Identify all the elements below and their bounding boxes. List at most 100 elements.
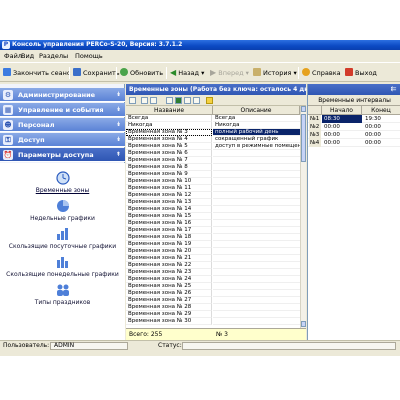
menu-view[interactable]: Вид	[21, 52, 34, 60]
table-row[interactable]: Временная зона № 24	[126, 276, 300, 283]
collapse-panel-icon[interactable]: ⇇	[389, 85, 398, 94]
column-header-name[interactable]: Название	[126, 106, 213, 115]
table-row[interactable]: Временная зона № 3 полный рабочий день	[126, 129, 300, 136]
table-row[interactable]: Временная зона № 9	[126, 171, 300, 178]
zone-name-cell: Временная зона № 21	[126, 255, 212, 262]
table-row[interactable]: Временная зона № 14	[126, 206, 300, 213]
table-row[interactable]: Временная зона № 16	[126, 220, 300, 227]
print-icon[interactable]	[166, 97, 173, 104]
back-button[interactable]: ◀ Назад ▾	[170, 68, 204, 78]
zone-description-cell	[213, 276, 300, 283]
nav-section-access-params[interactable]: ⏰ Параметры доступа ↟	[0, 148, 125, 162]
interval-end-cell[interactable]: 19:30	[363, 115, 400, 123]
table-row[interactable]: Временная зона № 28	[126, 304, 300, 311]
help-button[interactable]: Справка	[302, 68, 341, 78]
menu-sections[interactable]: Разделы	[39, 52, 68, 60]
clock-icon	[55, 171, 70, 185]
interval-start-cell[interactable]: 00:00	[322, 139, 362, 147]
copy-icon[interactable]	[141, 97, 148, 104]
interval-start-cell[interactable]: 08:30	[322, 115, 362, 123]
column-header-end[interactable]: Конец	[362, 106, 400, 115]
table-row[interactable]: Никогда Никогда	[126, 122, 300, 129]
zone-name-cell: Временная зона № 28	[126, 304, 212, 311]
table-row[interactable]: Временная зона № 5 доступ в режимные поме…	[126, 143, 300, 150]
table-row[interactable]: Временная зона № 18	[126, 234, 300, 241]
nav-section-control[interactable]: ▦ Управление и события ↡	[0, 103, 125, 117]
scroll-thumb[interactable]	[301, 114, 306, 162]
table-row[interactable]: Всегда Всегда	[126, 115, 300, 122]
interval-end-cell[interactable]: 00:00	[363, 139, 400, 147]
status-bar: Пользователь: ADMIN Статус:	[0, 340, 400, 350]
table-row[interactable]: Временная зона № 22	[126, 262, 300, 269]
column-header-description[interactable]: Описание	[213, 106, 300, 115]
table-row[interactable]: Временная зона № 25	[126, 283, 300, 290]
zone-description-cell	[213, 234, 300, 241]
chevron-down-icon: ▾	[245, 69, 249, 77]
refresh-button[interactable]: Обновить	[120, 68, 163, 78]
filter-icon[interactable]	[193, 97, 200, 104]
nav-item-holiday-types[interactable]: Типы праздников	[0, 283, 125, 306]
nav-section-personnel[interactable]: ☻ Персонал ↡	[0, 118, 125, 132]
table-row[interactable]: Временная зона № 29	[126, 311, 300, 318]
excel-icon[interactable]	[175, 97, 182, 104]
scroll-up-arrow[interactable]	[301, 106, 306, 112]
intervals-grid-header: Начало Конец	[308, 106, 400, 115]
nav-section-administration[interactable]: ⚙ Администрирование ↡	[0, 88, 125, 102]
app-window: P Консоль управления PERCo-S-20, Версия:…	[0, 40, 400, 356]
import-icon[interactable]	[184, 97, 191, 104]
table-row[interactable]: Временная зона № 10	[126, 178, 300, 185]
exit-button[interactable]: Выход	[345, 68, 377, 78]
table-row[interactable]: Временная зона № 27	[126, 297, 300, 304]
interval-start-cell[interactable]: 00:00	[322, 131, 362, 139]
table-row[interactable]: Временная зона № 4 сокращенный график	[126, 136, 300, 143]
column-header-start[interactable]: Начало	[322, 106, 362, 115]
table-row[interactable]: №4 00:00 00:00	[308, 139, 400, 147]
zone-description-cell: доступ в режимные помещения	[213, 143, 300, 150]
nav-item-time-zones[interactable]: Временные зоны	[0, 171, 125, 194]
nav-item-weekly-rolling-schedules[interactable]: Скользящие понедельные графики	[0, 255, 125, 278]
table-row[interactable]: №3 00:00 00:00	[308, 131, 400, 139]
time-zones-panel: Временные зоны (Работа без ключа: остало…	[126, 84, 313, 340]
table-row[interactable]: Временная зона № 21	[126, 255, 300, 262]
table-row[interactable]: Временная зона № 20	[126, 248, 300, 255]
grid-scrollbar[interactable]	[300, 106, 306, 328]
nav-section-access[interactable]: ⚿ Доступ ↡	[0, 133, 125, 147]
history-button[interactable]: История ▾	[253, 68, 297, 78]
toolbar-separator	[298, 67, 299, 79]
interval-end-cell[interactable]: 00:00	[363, 123, 400, 131]
forward-button[interactable]: ▶ Вперед ▾	[210, 68, 249, 78]
table-row[interactable]: №2 00:00 00:00	[308, 123, 400, 131]
table-row[interactable]: Временная зона № 23	[126, 269, 300, 276]
table-row[interactable]: Временная зона № 30	[126, 318, 300, 325]
table-row[interactable]: Временная зона № 7	[126, 157, 300, 164]
table-row[interactable]: №1 08:30 19:30	[308, 115, 400, 123]
scroll-down-arrow[interactable]	[301, 321, 306, 327]
table-row[interactable]: Временная зона № 6	[126, 150, 300, 157]
menu-help[interactable]: Помощь	[75, 52, 103, 60]
end-session-icon	[3, 68, 11, 76]
chevron-down-icon: ▾	[201, 69, 205, 77]
save-button[interactable]: Сохранить	[73, 68, 120, 78]
zone-description-cell	[213, 255, 300, 262]
edit-icon[interactable]	[129, 97, 136, 104]
table-row[interactable]: Временная зона № 15	[126, 213, 300, 220]
table-row[interactable]: Временная зона № 17	[126, 227, 300, 234]
table-row[interactable]: Временная зона № 19	[126, 241, 300, 248]
table-row[interactable]: Временная зона № 26	[126, 290, 300, 297]
zone-name-cell: Временная зона № 11	[126, 185, 212, 192]
table-row[interactable]: Временная зона № 8	[126, 164, 300, 171]
table-row[interactable]: Временная зона № 11	[126, 185, 300, 192]
nav-item-daily-rolling-schedules[interactable]: Скользящие посуточные графики	[0, 227, 125, 250]
zone-description-cell	[213, 227, 300, 234]
exit-icon	[345, 68, 353, 76]
table-row[interactable]: Временная зона № 13	[126, 199, 300, 206]
interval-end-cell[interactable]: 00:00	[363, 131, 400, 139]
end-session-button[interactable]: Закончить сеанс	[3, 68, 70, 78]
menu-file[interactable]: Файл	[4, 52, 22, 60]
nav-item-weekly-schedules[interactable]: Недельные графики	[0, 199, 125, 222]
paste-icon[interactable]	[150, 97, 157, 104]
interval-start-cell[interactable]: 00:00	[322, 123, 362, 131]
table-row[interactable]: Временная зона № 12	[126, 192, 300, 199]
lightbulb-icon[interactable]	[206, 97, 213, 104]
zone-name-cell: Временная зона № 27	[126, 297, 212, 304]
